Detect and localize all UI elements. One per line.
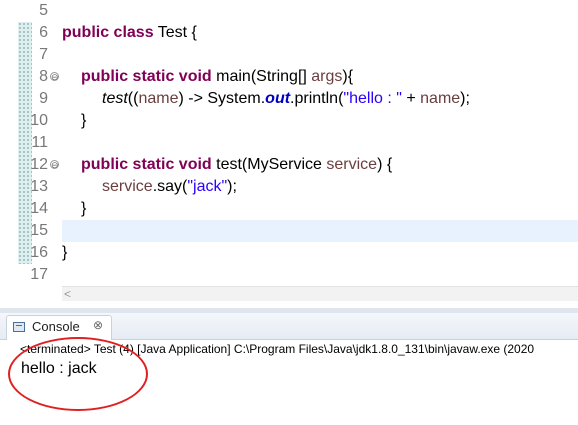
code-text: } xyxy=(81,112,87,129)
line-number: 6 xyxy=(39,24,48,41)
code-line[interactable]: 9 test((name) -> System.out.println("hel… xyxy=(0,88,578,110)
code-fragment: ){ xyxy=(342,68,354,85)
code-line[interactable]: 17 xyxy=(0,264,578,286)
code-line[interactable]: 12 ⊖ public static void test(MyService s… xyxy=(0,154,578,176)
code-fragment: + xyxy=(401,90,421,107)
string-literal: "hello : " xyxy=(343,90,402,107)
console-icon xyxy=(13,322,25,332)
code-line[interactable]: 8 ⊖ public static void main(String[] arg… xyxy=(0,66,578,88)
code-text: test((name) -> System.out.println("hello… xyxy=(102,88,470,110)
code-editor[interactable]: 5 6 public class Test { 7 8 ⊖ public sta… xyxy=(0,0,578,301)
code-text: } xyxy=(81,200,87,217)
annotation-ellipse xyxy=(8,337,148,411)
static-field: out xyxy=(265,90,291,107)
code-fragment: ) { xyxy=(377,156,393,173)
tab-label: Console xyxy=(32,319,80,334)
line-number: 7 xyxy=(39,46,48,63)
code-line[interactable]: 5 xyxy=(0,0,578,22)
parameter: service xyxy=(102,178,153,195)
code-line[interactable]: 11 xyxy=(0,132,578,154)
code-text: public class Test { xyxy=(62,22,197,44)
parameter: name xyxy=(420,90,461,107)
line-number: 8 xyxy=(39,68,48,85)
code-text: public static void main(String[] args){ xyxy=(81,66,353,88)
code-line[interactable]: 6 public class Test { xyxy=(0,22,578,44)
line-number: 13 xyxy=(30,178,48,195)
code-text: } xyxy=(62,244,68,261)
fold-collapse-icon[interactable]: ⊖ xyxy=(50,72,59,82)
keyword: public static void xyxy=(81,68,212,85)
line-number: 10 xyxy=(30,112,48,129)
console-tab-bar: Console ⊗ xyxy=(0,313,578,340)
class-name: Test { xyxy=(153,24,197,41)
code-line[interactable]: 15 xyxy=(0,220,48,242)
current-line-highlight[interactable] xyxy=(62,220,578,242)
parameter: name xyxy=(138,90,179,107)
code-line[interactable]: 7 xyxy=(0,44,578,66)
code-fragment: (( xyxy=(127,90,139,107)
code-fragment: main(String[] xyxy=(211,68,312,85)
fold-collapse-icon[interactable]: ⊖ xyxy=(50,160,59,170)
string-literal: "jack" xyxy=(187,178,228,195)
code-line[interactable]: 13 service.say("jack"); xyxy=(0,176,578,198)
line-number: 5 xyxy=(39,2,48,19)
parameter: args xyxy=(311,68,343,85)
close-icon[interactable]: ⊗ xyxy=(93,318,103,332)
line-number: 9 xyxy=(39,90,48,107)
line-number: 16 xyxy=(30,244,48,261)
horizontal-scrollbar[interactable]: < xyxy=(62,286,578,301)
code-fragment: ) -> System. xyxy=(178,90,266,107)
code-text: public static void test(MyService servic… xyxy=(81,154,392,176)
code-fragment: ); xyxy=(227,178,237,195)
code-fragment: .say( xyxy=(152,178,188,195)
parameter: service xyxy=(326,156,378,173)
code-fragment: ); xyxy=(460,90,470,107)
scroll-left-icon[interactable]: < xyxy=(64,287,71,301)
line-number: 12 xyxy=(30,156,48,173)
line-number: 11 xyxy=(31,134,48,151)
code-text: service.say("jack"); xyxy=(102,176,237,198)
line-number: 15 xyxy=(30,222,48,239)
line-number: 14 xyxy=(30,200,48,217)
method-call: test xyxy=(102,90,128,107)
line-number: 17 xyxy=(30,266,48,283)
code-line[interactable]: 16 } xyxy=(0,242,578,264)
code-line[interactable]: 10 } xyxy=(0,110,578,132)
code-fragment: test(MyService xyxy=(211,156,327,173)
code-fragment: .println( xyxy=(290,90,344,107)
keyword: public static void xyxy=(81,156,212,173)
tab-console[interactable]: Console ⊗ xyxy=(6,315,112,340)
keyword: public class xyxy=(62,24,154,41)
code-line[interactable]: 14 } xyxy=(0,198,578,220)
